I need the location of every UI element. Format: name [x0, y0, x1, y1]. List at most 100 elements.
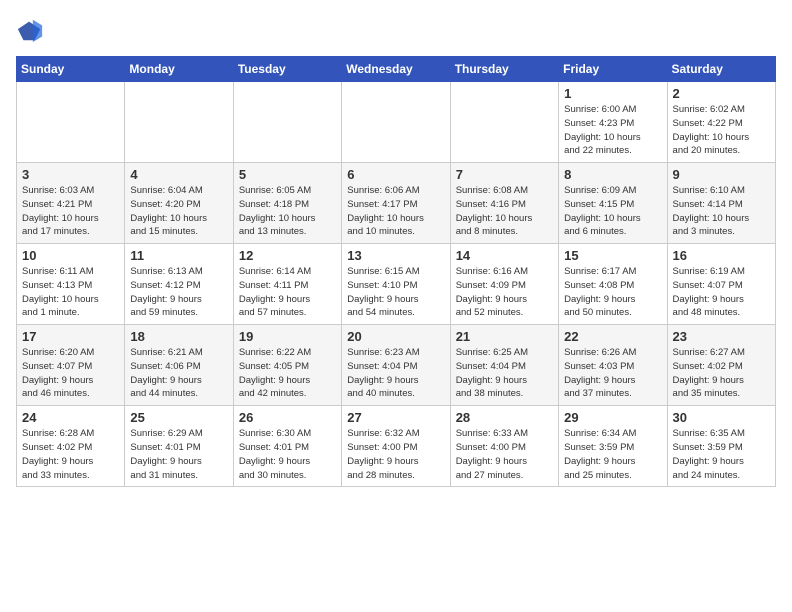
calendar-cell: 25 Sunrise: 6:29 AM Sunset: 4:01 PM Dayli… [125, 406, 233, 487]
calendar-cell [17, 82, 125, 163]
calendar-week-row: 3 Sunrise: 6:03 AM Sunset: 4:21 PM Daylig… [17, 163, 776, 244]
day-detail: Sunrise: 6:10 AM Sunset: 4:14 PM Dayligh… [673, 184, 770, 239]
day-number: 11 [130, 248, 227, 263]
calendar-header-monday: Monday [125, 57, 233, 82]
day-number: 24 [22, 410, 119, 425]
calendar-header-friday: Friday [559, 57, 667, 82]
calendar-cell: 23 Sunrise: 6:27 AM Sunset: 4:02 PM Dayli… [667, 325, 775, 406]
day-number: 16 [673, 248, 770, 263]
calendar-cell: 3 Sunrise: 6:03 AM Sunset: 4:21 PM Daylig… [17, 163, 125, 244]
day-detail: Sunrise: 6:27 AM Sunset: 4:02 PM Dayligh… [673, 346, 770, 401]
day-number: 7 [456, 167, 553, 182]
logo-icon [16, 16, 44, 44]
calendar-cell: 8Sunrise: 6:09 AM Sunset: 4:15 PM Daylig… [559, 163, 667, 244]
calendar-week-row: 10 Sunrise: 6:11 AM Sunset: 4:13 PM Dayli… [17, 244, 776, 325]
day-number: 28 [456, 410, 553, 425]
calendar-cell: 26 Sunrise: 6:30 AM Sunset: 4:01 PM Dayli… [233, 406, 341, 487]
calendar-cell [233, 82, 341, 163]
day-detail: Sunrise: 6:05 AM Sunset: 4:18 PM Dayligh… [239, 184, 336, 239]
day-detail: Sunrise: 6:22 AM Sunset: 4:05 PM Dayligh… [239, 346, 336, 401]
day-number: 27 [347, 410, 444, 425]
day-detail: Sunrise: 6:06 AM Sunset: 4:17 PM Dayligh… [347, 184, 444, 239]
calendar-cell: 24 Sunrise: 6:28 AM Sunset: 4:02 PM Dayli… [17, 406, 125, 487]
day-number: 18 [130, 329, 227, 344]
calendar-cell: 14 Sunrise: 6:16 AM Sunset: 4:09 PM Dayli… [450, 244, 558, 325]
calendar-cell: 7Sunrise: 6:08 AM Sunset: 4:16 PM Daylig… [450, 163, 558, 244]
calendar-cell: 4 Sunrise: 6:04 AM Sunset: 4:20 PM Daylig… [125, 163, 233, 244]
day-detail: Sunrise: 6:00 AM Sunset: 4:23 PM Dayligh… [564, 103, 661, 158]
day-number: 8 [564, 167, 661, 182]
calendar-cell: 13 Sunrise: 6:15 AM Sunset: 4:10 PM Dayli… [342, 244, 450, 325]
day-detail: Sunrise: 6:14 AM Sunset: 4:11 PM Dayligh… [239, 265, 336, 320]
day-detail: Sunrise: 6:17 AM Sunset: 4:08 PM Dayligh… [564, 265, 661, 320]
day-number: 6 [347, 167, 444, 182]
calendar-header-sunday: Sunday [17, 57, 125, 82]
day-number: 22 [564, 329, 661, 344]
day-number: 13 [347, 248, 444, 263]
day-number: 17 [22, 329, 119, 344]
day-detail: Sunrise: 6:30 AM Sunset: 4:01 PM Dayligh… [239, 427, 336, 482]
calendar-cell: 11 Sunrise: 6:13 AM Sunset: 4:12 PM Dayli… [125, 244, 233, 325]
calendar-week-row: 24 Sunrise: 6:28 AM Sunset: 4:02 PM Dayli… [17, 406, 776, 487]
calendar-cell: 9 Sunrise: 6:10 AM Sunset: 4:14 PM Daylig… [667, 163, 775, 244]
calendar-cell: 19 Sunrise: 6:22 AM Sunset: 4:05 PM Dayli… [233, 325, 341, 406]
day-number: 10 [22, 248, 119, 263]
day-number: 29 [564, 410, 661, 425]
day-detail: Sunrise: 6:32 AM Sunset: 4:00 PM Dayligh… [347, 427, 444, 482]
day-number: 23 [673, 329, 770, 344]
calendar-cell: 5 Sunrise: 6:05 AM Sunset: 4:18 PM Daylig… [233, 163, 341, 244]
calendar-cell: 20 Sunrise: 6:23 AM Sunset: 4:04 PM Dayli… [342, 325, 450, 406]
calendar-cell: 12 Sunrise: 6:14 AM Sunset: 4:11 PM Dayli… [233, 244, 341, 325]
day-number: 26 [239, 410, 336, 425]
calendar-cell: 17 Sunrise: 6:20 AM Sunset: 4:07 PM Dayli… [17, 325, 125, 406]
day-number: 9 [673, 167, 770, 182]
calendar-cell: 27 Sunrise: 6:32 AM Sunset: 4:00 PM Dayli… [342, 406, 450, 487]
day-number: 2 [673, 86, 770, 101]
calendar-header-thursday: Thursday [450, 57, 558, 82]
calendar-cell [342, 82, 450, 163]
calendar-cell: 29 Sunrise: 6:34 AM Sunset: 3:59 PM Dayli… [559, 406, 667, 487]
calendar-header-row: SundayMondayTuesdayWednesdayThursdayFrid… [17, 57, 776, 82]
day-number: 20 [347, 329, 444, 344]
day-detail: Sunrise: 6:15 AM Sunset: 4:10 PM Dayligh… [347, 265, 444, 320]
calendar-cell: 21 Sunrise: 6:25 AM Sunset: 4:04 PM Dayli… [450, 325, 558, 406]
day-detail: Sunrise: 6:25 AM Sunset: 4:04 PM Dayligh… [456, 346, 553, 401]
day-number: 12 [239, 248, 336, 263]
day-detail: Sunrise: 6:11 AM Sunset: 4:13 PM Dayligh… [22, 265, 119, 320]
day-detail: Sunrise: 6:21 AM Sunset: 4:06 PM Dayligh… [130, 346, 227, 401]
calendar-table: SundayMondayTuesdayWednesdayThursdayFrid… [16, 56, 776, 487]
day-detail: Sunrise: 6:13 AM Sunset: 4:12 PM Dayligh… [130, 265, 227, 320]
calendar-cell: 15 Sunrise: 6:17 AM Sunset: 4:08 PM Dayli… [559, 244, 667, 325]
logo [16, 16, 48, 44]
day-number: 30 [673, 410, 770, 425]
calendar-cell: 2 Sunrise: 6:02 AM Sunset: 4:22 PM Daylig… [667, 82, 775, 163]
day-detail: Sunrise: 6:16 AM Sunset: 4:09 PM Dayligh… [456, 265, 553, 320]
day-detail: Sunrise: 6:23 AM Sunset: 4:04 PM Dayligh… [347, 346, 444, 401]
day-detail: Sunrise: 6:33 AM Sunset: 4:00 PM Dayligh… [456, 427, 553, 482]
day-number: 15 [564, 248, 661, 263]
day-number: 19 [239, 329, 336, 344]
day-detail: Sunrise: 6:20 AM Sunset: 4:07 PM Dayligh… [22, 346, 119, 401]
day-detail: Sunrise: 6:29 AM Sunset: 4:01 PM Dayligh… [130, 427, 227, 482]
day-number: 1 [564, 86, 661, 101]
day-number: 14 [456, 248, 553, 263]
day-number: 21 [456, 329, 553, 344]
calendar-header-saturday: Saturday [667, 57, 775, 82]
day-detail: Sunrise: 6:03 AM Sunset: 4:21 PM Dayligh… [22, 184, 119, 239]
calendar-cell: 28 Sunrise: 6:33 AM Sunset: 4:00 PM Dayli… [450, 406, 558, 487]
day-number: 25 [130, 410, 227, 425]
calendar-cell: 30Sunrise: 6:35 AM Sunset: 3:59 PM Dayli… [667, 406, 775, 487]
day-detail: Sunrise: 6:28 AM Sunset: 4:02 PM Dayligh… [22, 427, 119, 482]
calendar-week-row: 1 Sunrise: 6:00 AM Sunset: 4:23 PM Daylig… [17, 82, 776, 163]
day-number: 5 [239, 167, 336, 182]
calendar-cell [125, 82, 233, 163]
day-number: 4 [130, 167, 227, 182]
day-detail: Sunrise: 6:34 AM Sunset: 3:59 PM Dayligh… [564, 427, 661, 482]
day-number: 3 [22, 167, 119, 182]
calendar-header-wednesday: Wednesday [342, 57, 450, 82]
calendar-cell: 22Sunrise: 6:26 AM Sunset: 4:03 PM Dayli… [559, 325, 667, 406]
page-header [16, 16, 776, 44]
day-detail: Sunrise: 6:04 AM Sunset: 4:20 PM Dayligh… [130, 184, 227, 239]
day-detail: Sunrise: 6:02 AM Sunset: 4:22 PM Dayligh… [673, 103, 770, 158]
calendar-cell: 10 Sunrise: 6:11 AM Sunset: 4:13 PM Dayli… [17, 244, 125, 325]
